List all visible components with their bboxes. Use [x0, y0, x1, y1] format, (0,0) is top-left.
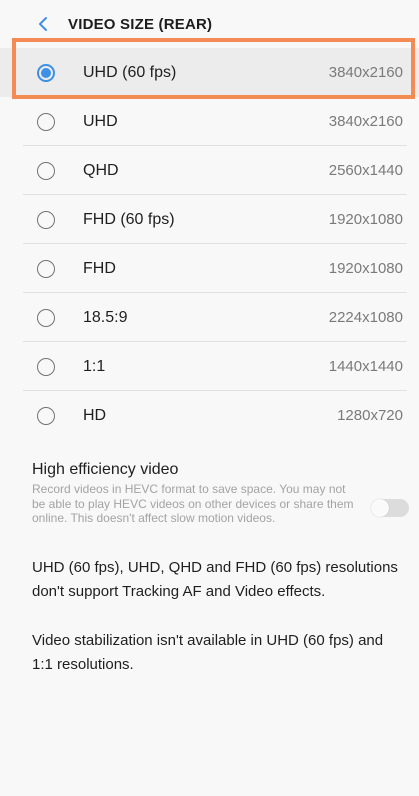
option-label: QHD: [83, 161, 119, 179]
hevc-setting[interactable]: High efficiency video Record videos in H…: [0, 440, 419, 526]
option-resolution: 2224x1080: [328, 309, 403, 326]
option-label: HD: [83, 406, 107, 424]
option-label: 18.5:9: [83, 308, 128, 326]
tracking-note: UHD (60 fps), UHD, QHD and FHD (60 fps) …: [32, 558, 398, 600]
option-fhd-60fps[interactable]: FHD (60 fps) 1920x1080: [0, 195, 419, 244]
option-qhd[interactable]: QHD 2560x1440: [0, 146, 419, 195]
option-resolution: 1440x1440: [328, 358, 403, 375]
radio-button[interactable]: [37, 308, 55, 327]
radio-button[interactable]: [37, 406, 55, 425]
radio-button[interactable]: [37, 112, 55, 131]
option-label: FHD: [83, 259, 116, 277]
option-1-1[interactable]: 1:1 1440x1440: [0, 342, 419, 391]
option-label: UHD: [83, 112, 118, 130]
radio-button[interactable]: [37, 259, 55, 278]
hevc-title: High efficiency video: [32, 461, 179, 478]
option-fhd[interactable]: FHD 1920x1080: [0, 244, 419, 293]
option-resolution: 3840x2160: [328, 64, 403, 81]
option-resolution: 1920x1080: [328, 211, 403, 228]
option-label: FHD (60 fps): [83, 210, 175, 228]
header: VIDEO SIZE (REAR): [0, 0, 419, 48]
back-button[interactable]: [34, 14, 52, 34]
option-uhd[interactable]: UHD 3840x2160: [0, 97, 419, 146]
hevc-toggle[interactable]: [371, 499, 409, 517]
video-size-list: UHD (60 fps) 3840x2160 UHD 3840x2160 QHD…: [0, 48, 419, 440]
option-hd[interactable]: HD 1280x720: [0, 391, 419, 440]
option-18-5-9[interactable]: 18.5:9 2224x1080: [0, 293, 419, 342]
option-resolution: 2560x1440: [328, 162, 403, 179]
option-resolution: 1280x720: [337, 407, 403, 424]
option-uhd-60fps[interactable]: UHD (60 fps) 3840x2160: [0, 48, 419, 97]
chevron-left-icon: [39, 17, 47, 31]
page-title: VIDEO SIZE (REAR): [68, 15, 213, 33]
option-resolution: 3840x2160: [328, 113, 403, 130]
radio-button-selected[interactable]: [37, 63, 55, 82]
toggle-knob: [371, 499, 389, 517]
stabilization-note: Video stabilization isn't available in U…: [32, 631, 384, 673]
option-label: UHD (60 fps): [83, 63, 177, 81]
radio-button[interactable]: [37, 161, 55, 180]
hevc-description: Record videos in HEVC format to save spa…: [32, 482, 354, 525]
radio-button[interactable]: [37, 357, 55, 376]
option-label: 1:1: [83, 357, 106, 375]
option-resolution: 1920x1080: [328, 260, 403, 277]
radio-button[interactable]: [37, 210, 55, 229]
